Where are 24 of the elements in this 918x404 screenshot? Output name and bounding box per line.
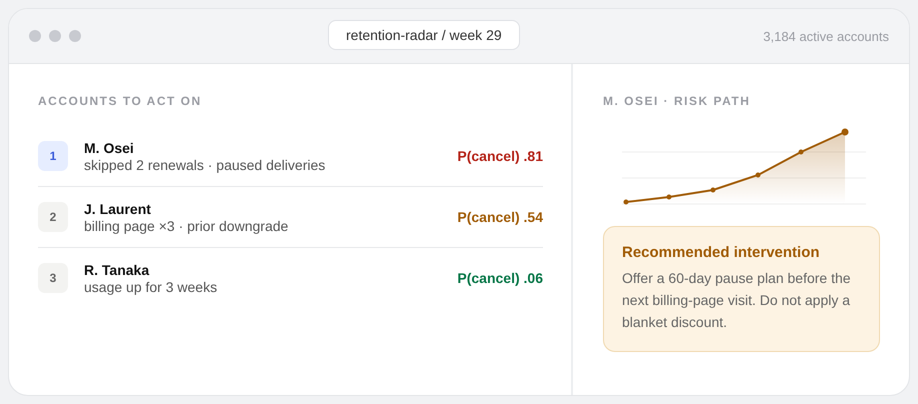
rank-badge: 2	[38, 202, 68, 232]
account-name: M. Osei	[84, 140, 135, 156]
window-control-icon[interactable]	[29, 30, 41, 42]
section-heading: ACCOUNTS TO ACT ON	[38, 94, 203, 108]
card-text: Offer a 60-day pause plan before the next billing-page visit. Do not apply a blanket discount.	[622, 269, 852, 332]
account-signals: usage up for 3 weeks	[84, 278, 218, 294]
rank-badge: 3	[38, 263, 68, 293]
window-control-icon[interactable]	[69, 30, 81, 42]
card-title: Recommended intervention	[622, 244, 821, 261]
cancel-probability: P(cancel) .81	[457, 148, 543, 164]
cancel-probability: P(cancel) .06	[457, 270, 543, 286]
account-count: 3,184 active accounts	[763, 28, 889, 44]
account-row[interactable]: 3 R. Tanaka usage up for 3 weeks P(cancel) .06	[38, 248, 543, 308]
account-signals: skipped 2 renewals · paused deliveries	[84, 156, 326, 172]
cancel-probability: P(cancel) .54	[457, 209, 543, 225]
account-row[interactable]: 2 J. Laurent billing page ×3 · prior downgrade P(cancel) .54	[38, 187, 543, 248]
rank-badge: 1	[38, 141, 68, 171]
account-row[interactable]: 1 M. Osei skipped 2 renewals · paused deliveries P(cancel) .81	[38, 126, 543, 187]
account-name: R. Tanaka	[84, 262, 150, 278]
section-heading: M. OSEI · RISK PATH	[603, 94, 752, 108]
window-control-icon[interactable]	[49, 30, 61, 42]
window-title: retention-radar / week 29	[328, 20, 520, 50]
account-signals: billing page ×3 · prior downgrade	[84, 218, 290, 234]
account-name: J. Laurent	[84, 200, 152, 216]
